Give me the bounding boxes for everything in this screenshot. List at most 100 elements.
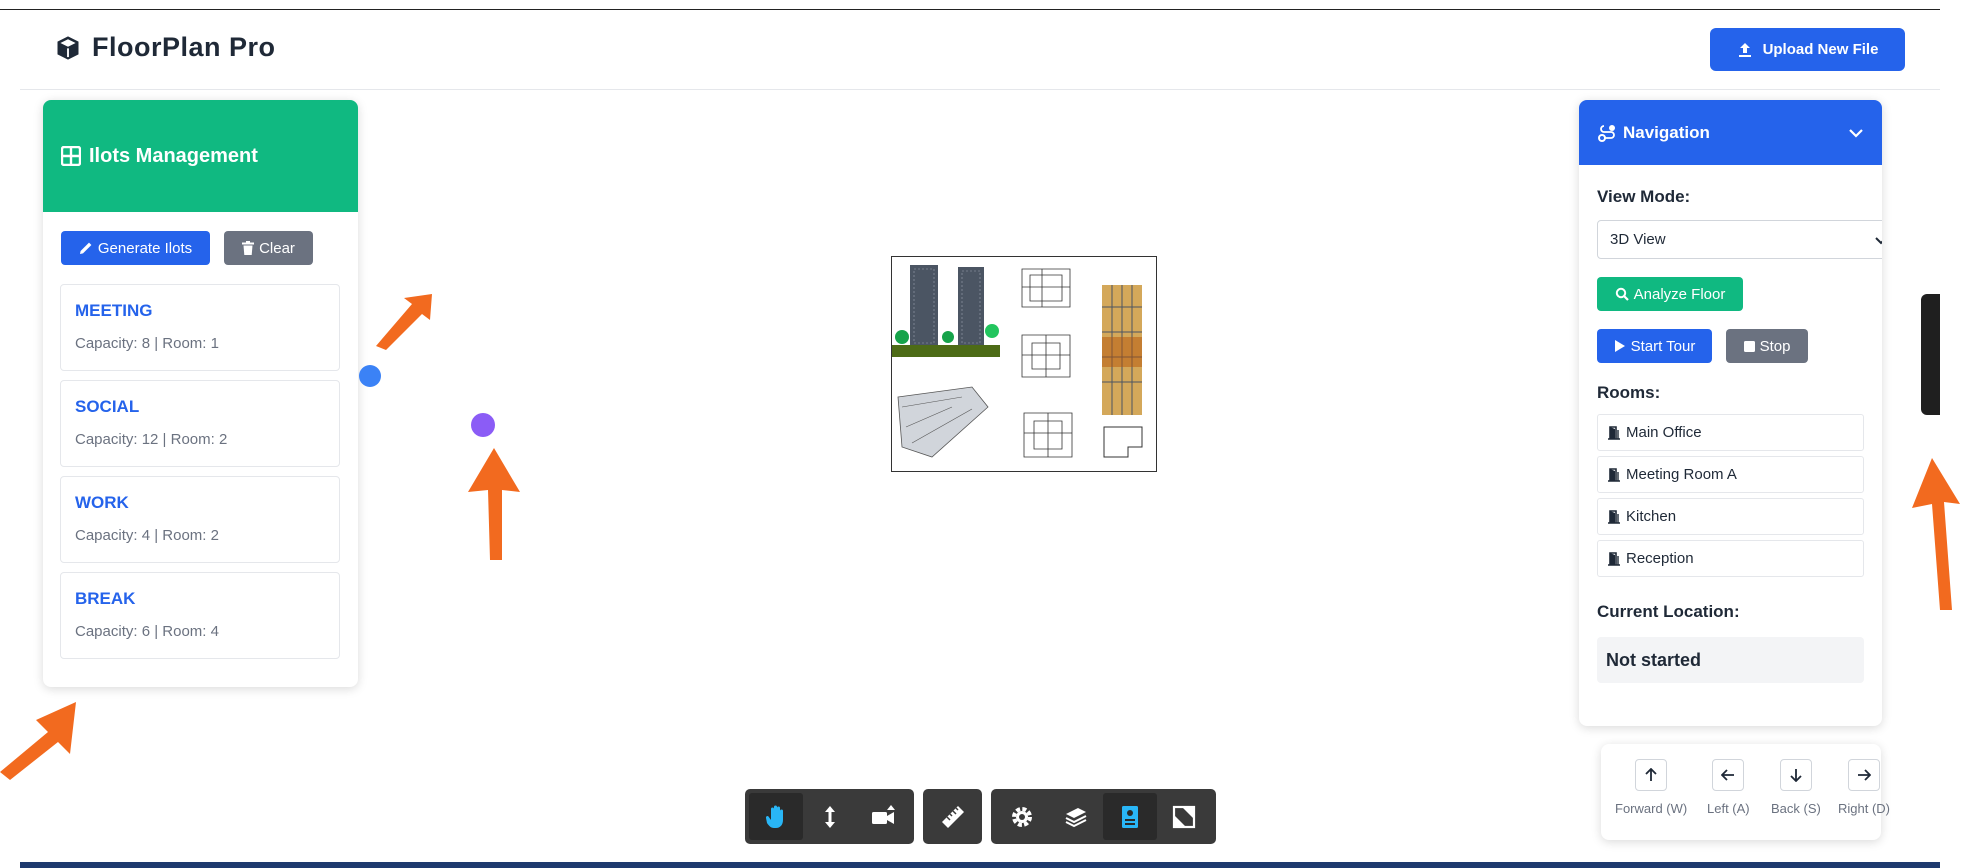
start-tour-button[interactable]: Start Tour [1597, 329, 1712, 363]
analyze-label: Analyze Floor [1633, 285, 1726, 303]
forward-key[interactable] [1635, 759, 1668, 791]
upload-new-file-button[interactable]: Upload New File [1710, 28, 1905, 71]
ilot-meta: Capacity: 8 | Room: 1 [75, 335, 219, 352]
generate-ilots-button[interactable]: Generate Ilots [61, 231, 210, 265]
properties-icon [1122, 805, 1138, 828]
generate-label: Generate Ilots [97, 239, 193, 257]
upload-icon [1738, 42, 1751, 57]
arrow-left-icon [1721, 769, 1735, 781]
app-root: FloorPlan Pro Upload New File Ilots Mana… [0, 0, 1963, 868]
ilot-card[interactable]: MEETING Capacity: 8 | Room: 1 [60, 284, 340, 371]
measure-tool-group [923, 789, 982, 844]
left-control[interactable]: Left (A) [1707, 759, 1750, 816]
right-label: Right (D) [1838, 801, 1891, 816]
ilot-list: MEETING Capacity: 8 | Room: 1 SOCIAL Cap… [60, 284, 340, 668]
header: FloorPlan Pro Upload New File [20, 10, 1940, 90]
room-name: Meeting Room A [1626, 466, 1737, 483]
ilot-meta: Capacity: 12 | Room: 2 [75, 431, 228, 448]
fullscreen-icon [1172, 805, 1196, 828]
ilot-meta: Capacity: 4 | Room: 2 [75, 527, 219, 544]
door-icon [1608, 467, 1620, 482]
right-control[interactable]: Right (D) [1838, 759, 1890, 816]
door-icon [1608, 551, 1620, 566]
start-tour-label: Start Tour [1630, 337, 1696, 355]
stop-icon [1743, 340, 1755, 352]
layers-icon [1065, 807, 1087, 827]
ilots-actions: Generate Ilots Clear [61, 231, 313, 265]
dolly-tool-button[interactable] [803, 793, 857, 840]
properties-tool-button[interactable] [1103, 793, 1157, 840]
stop-label: Stop [1759, 337, 1791, 355]
current-location-label: Current Location: [1597, 602, 1740, 621]
navigation-body: View Mode: 3D View Analyze Floor Start T… [1579, 187, 1882, 683]
ilot-type: SOCIAL [75, 397, 140, 416]
ilot-card[interactable]: BREAK Capacity: 6 | Room: 4 [60, 572, 340, 659]
annotation-arrow [468, 448, 520, 560]
right-key[interactable] [1848, 759, 1880, 791]
brand: FloorPlan Pro [54, 32, 276, 63]
stop-button[interactable]: Stop [1726, 329, 1808, 363]
grid-icon [61, 146, 81, 166]
view-mode-label: View Mode: [1597, 187, 1691, 206]
fullscreen-tool-button[interactable] [1157, 793, 1211, 840]
chevron-down-icon[interactable] [1848, 125, 1864, 141]
forward-control[interactable]: Forward (W) [1615, 759, 1687, 816]
view-mode-value: 3D View [1610, 231, 1666, 248]
pan-icon [765, 805, 783, 828]
search-icon [1615, 287, 1629, 301]
floor-plan-image [892, 265, 1143, 458]
view-mode-select[interactable]: 3D View [1597, 220, 1882, 259]
arrow-down-icon [1790, 769, 1802, 782]
analyze-floor-button[interactable]: Analyze Floor [1597, 277, 1743, 311]
camera-tool-button[interactable] [856, 793, 910, 840]
navigation-header-left: Navigation [1597, 123, 1710, 143]
room-item[interactable]: Kitchen [1597, 498, 1864, 535]
ilot-card[interactable]: SOCIAL Capacity: 12 | Room: 2 [60, 380, 340, 467]
ilot-type: BREAK [75, 589, 136, 608]
bottom-bar [20, 862, 1940, 868]
ilot-type: MEETING [75, 301, 153, 320]
ilot-card[interactable]: WORK Capacity: 4 | Room: 2 [60, 476, 340, 563]
room-list: Main Office Meeting Room A Kitchen Recep… [1597, 414, 1864, 577]
forward-label: Forward (W) [1615, 801, 1688, 816]
arrow-right-icon [1858, 769, 1871, 781]
ilot-type: WORK [75, 493, 129, 512]
annotation-arrow [376, 294, 432, 350]
back-label: Back (S) [1771, 801, 1821, 816]
direction-controls: Forward (W) Left (A) Back (S) Right (D) [1601, 744, 1890, 840]
settings-tool-group [991, 789, 1216, 844]
side-tool-panel[interactable] [1921, 294, 1940, 415]
tour-controls: Start Tour Stop [1597, 329, 1864, 363]
ilots-panel: Ilots Management Generate Ilots Clear ME… [43, 100, 358, 687]
dolly-icon [824, 805, 835, 828]
settings-tool-button[interactable] [995, 793, 1049, 840]
layers-tool-button[interactable] [1049, 793, 1103, 840]
upload-label: Upload New File [1762, 41, 1879, 58]
room-name: Kitchen [1626, 508, 1677, 525]
room-item[interactable]: Meeting Room A [1597, 456, 1864, 493]
settings-icon [1012, 806, 1032, 827]
ilot-meta: Capacity: 6 | Room: 4 [75, 623, 219, 640]
room-name: Main Office [1626, 424, 1702, 441]
left-key[interactable] [1712, 759, 1745, 791]
room-item[interactable]: Main Office [1597, 414, 1864, 451]
clear-button[interactable]: Clear [224, 231, 313, 265]
door-icon [1608, 509, 1620, 524]
pencil-icon [79, 242, 92, 254]
annotation-arrow [0, 702, 76, 780]
ilots-title: Ilots Management [89, 144, 258, 167]
pan-tool-button[interactable] [749, 793, 803, 840]
navigation-panel: Navigation View Mode: 3D View Analyze Fl… [1579, 100, 1882, 726]
room-item[interactable]: Reception [1597, 540, 1864, 577]
door-icon [1608, 425, 1620, 440]
measure-tool-button[interactable] [927, 793, 978, 840]
location-marker[interactable] [471, 413, 495, 437]
ilots-header: Ilots Management [43, 100, 358, 212]
back-control[interactable]: Back (S) [1771, 759, 1821, 816]
navigation-header[interactable]: Navigation [1579, 100, 1882, 165]
navigation-marker[interactable] [359, 365, 381, 387]
back-key[interactable] [1779, 759, 1812, 791]
annotation-arrow [1912, 458, 1960, 610]
trash-icon [242, 241, 255, 255]
floor-plan-drawing[interactable] [891, 256, 1157, 472]
